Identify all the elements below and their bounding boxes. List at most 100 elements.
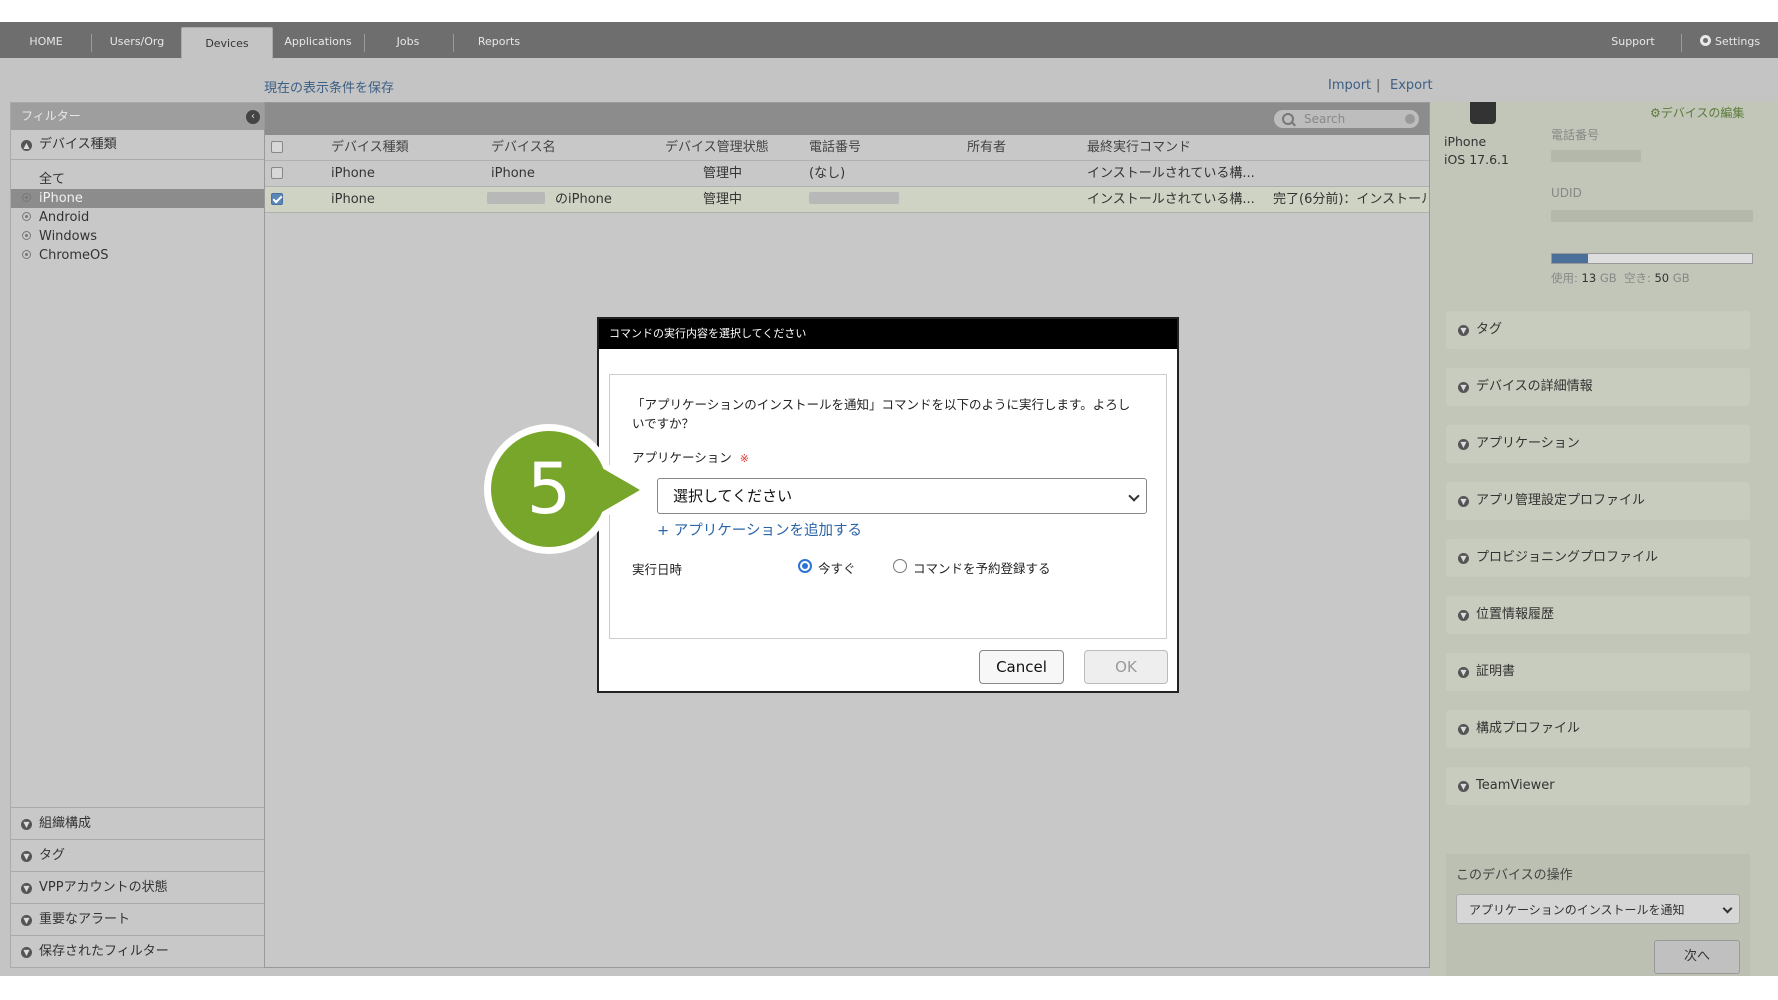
panel-section-tags[interactable]: ▼ タグ <box>1446 311 1750 349</box>
redacted-phone <box>1551 150 1641 162</box>
chevron-down-icon: ▼ <box>21 915 32 926</box>
radio-now-label: 今すぐ <box>818 561 856 576</box>
chevron-down-icon: ▼ <box>1458 325 1469 336</box>
chevron-down-icon: ▼ <box>1458 610 1469 621</box>
application-select-value: 選択してください <box>673 487 793 505</box>
filter-item-android[interactable]: Android <box>11 208 264 227</box>
cancel-button[interactable]: Cancel <box>979 650 1064 684</box>
panel-section-details[interactable]: ▼ デバイスの詳細情報 <box>1446 368 1750 406</box>
table-row[interactable]: iPhone iPhone 管理中 (なし) インストールされている構... <box>265 161 1429 187</box>
phone-label: 電話番号 <box>1551 128 1600 142</box>
phone-icon <box>1470 102 1496 124</box>
panel-section-label: 位置情報履歴 <box>1476 607 1555 622</box>
export-link[interactable]: Export <box>1390 78 1433 93</box>
section-org[interactable]: ▼ 組織構成 <box>11 807 264 839</box>
cell-phone-redacted <box>809 187 899 212</box>
panel-section-apps[interactable]: ▼ アプリケーション <box>1446 425 1750 463</box>
nav-support[interactable]: Support <box>1596 22 1670 58</box>
filter-item-chromeos[interactable]: ChromeOS <box>11 246 264 265</box>
table-header: デバイス種類 デバイス名 デバイス管理状態 電話番号 所有者 最終実行コマンド <box>265 135 1429 161</box>
cell-name-redacted <box>487 187 545 212</box>
storage-used: 13 <box>1581 271 1597 285</box>
filter-item-iphone[interactable]: iPhone <box>11 189 264 208</box>
panel-section-location[interactable]: ▼ 位置情報履歴 <box>1446 596 1750 634</box>
chevron-down-icon: ▼ <box>1458 496 1469 507</box>
ops-select[interactable]: アプリケーションのインストールを通知 <box>1456 894 1740 924</box>
table-row[interactable]: iPhone のiPhone 管理中 インストールされている構... 完了(6分… <box>265 187 1429 213</box>
row-checkbox[interactable] <box>271 193 283 205</box>
section-vpp[interactable]: ▼ VPPアカウントの状態 <box>11 871 264 903</box>
top-nav: HOME Users/Org Devices Applications Jobs… <box>0 22 1778 59</box>
application-select[interactable]: 選択してください <box>657 478 1147 514</box>
radio-icon <box>22 231 31 240</box>
filter-item-windows[interactable]: Windows <box>11 227 264 246</box>
nav-settings[interactable]: Settings <box>1690 22 1770 58</box>
section-device-type[interactable]: ▲ デバイス種類 <box>11 130 264 160</box>
col-phone[interactable]: 電話番号 <box>809 135 861 160</box>
col-device-name[interactable]: デバイス名 <box>491 135 556 160</box>
section-label: VPPアカウントの状態 <box>39 880 168 895</box>
device-detail-panel: ⚙デバイスの編集 iPhone iOS 17.6.1 電話番号 UDID 使用:… <box>1430 102 1778 976</box>
save-view-link[interactable]: 現在の表示条件を保存 <box>264 77 394 96</box>
chevron-down-icon: ▼ <box>1458 667 1469 678</box>
nav-devices[interactable]: Devices <box>181 27 273 59</box>
section-label: 重要なアラート <box>39 912 131 927</box>
import-link[interactable]: Import <box>1328 78 1371 93</box>
cell-phone: (なし) <box>809 166 846 181</box>
panel-section-label: TeamViewer <box>1476 778 1555 793</box>
panel-section-config-profiles[interactable]: ▼ 構成プロファイル <box>1446 710 1750 748</box>
nav-users-org[interactable]: Users/Org <box>100 22 174 58</box>
panel-section-label: アプリ管理設定プロファイル <box>1476 493 1646 508</box>
cell-status: 管理中 <box>703 166 743 181</box>
chevron-down-icon: ▼ <box>1458 382 1469 393</box>
search-icon <box>1282 113 1294 125</box>
search-input[interactable]: Search <box>1274 110 1419 128</box>
panel-section-teamviewer[interactable]: ▼ TeamViewer <box>1446 767 1750 805</box>
section-alerts[interactable]: ▼ 重要なアラート <box>11 903 264 935</box>
nav-applications[interactable]: Applications <box>278 22 358 58</box>
filter-sidebar: フィルター ‹ ▲ デバイス種類 全て iPhone Android Window… <box>10 102 265 968</box>
chevron-down-icon: ▼ <box>1458 553 1469 564</box>
nav-home[interactable]: HOME <box>8 22 84 58</box>
radio-schedule[interactable]: コマンドを予約登録する <box>893 558 1051 577</box>
col-device-type[interactable]: デバイス種類 <box>331 135 409 160</box>
storage-unit: GB <box>1672 271 1690 285</box>
next-button[interactable]: 次へ <box>1654 940 1740 974</box>
chevron-down-icon: ▼ <box>1458 724 1469 735</box>
panel-section-certificates[interactable]: ▼ 証明書 <box>1446 653 1750 691</box>
chevron-down-icon: ▼ <box>21 883 32 894</box>
chevron-down-icon: ▼ <box>1458 781 1469 792</box>
ok-button[interactable]: OK <box>1084 650 1168 684</box>
collapse-icon[interactable]: ‹ <box>246 110 260 124</box>
radio-icon <box>22 250 31 259</box>
redacted-text <box>487 192 545 204</box>
cell-name: のiPhone <box>555 192 612 207</box>
cell-type: iPhone <box>331 166 375 181</box>
dialog-title: コマンドの実行内容を選択してください <box>599 319 1177 349</box>
col-last-command[interactable]: 最終実行コマンド <box>1087 135 1191 160</box>
panel-section-app-config[interactable]: ▼ アプリ管理設定プロファイル <box>1446 482 1750 520</box>
row-checkbox[interactable] <box>271 167 283 179</box>
edit-device-link[interactable]: ⚙デバイスの編集 <box>1650 104 1744 121</box>
nav-separator <box>453 34 454 52</box>
clear-icon[interactable] <box>1405 114 1415 124</box>
panel-section-provisioning[interactable]: ▼ プロビジョニングプロファイル <box>1446 539 1750 577</box>
nav-jobs[interactable]: Jobs <box>378 22 438 58</box>
storage-used-label: 使用: <box>1551 271 1578 285</box>
nav-separator <box>1681 34 1682 52</box>
select-all-checkbox[interactable] <box>271 141 283 153</box>
filter-item-all[interactable]: 全て <box>11 170 264 189</box>
radio-now[interactable]: 今すぐ <box>798 558 856 577</box>
section-saved-filters[interactable]: ▼ 保存されたフィルター <box>11 935 264 967</box>
step-number: 5 <box>491 431 607 547</box>
nav-reports[interactable]: Reports <box>462 22 536 58</box>
link-separator: | <box>1376 78 1381 93</box>
add-application-link[interactable]: + アプリケーションを追加する <box>657 519 862 540</box>
col-owner[interactable]: 所有者 <box>967 135 1006 160</box>
col-status[interactable]: デバイス管理状態 <box>665 135 769 160</box>
storage-unit: GB <box>1599 271 1617 285</box>
dialog-message: 「アプリケーションのインストールを通知」コマンドを以下のように実行します。よろし… <box>632 397 1131 431</box>
section-tags[interactable]: ▼ タグ <box>11 839 264 871</box>
nav-separator <box>364 34 365 52</box>
step-arrow-icon <box>602 468 640 512</box>
